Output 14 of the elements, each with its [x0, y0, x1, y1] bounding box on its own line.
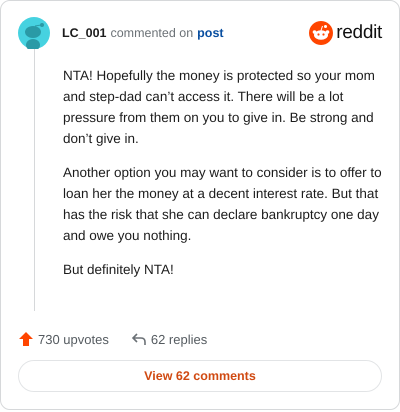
- brand-name: reddit: [336, 22, 382, 44]
- upvote-icon: [18, 331, 34, 347]
- comment-paragraph: Another option you may want to consider is to offer to loan her the money at a decent interest rate. But that has the risk that she can declare bankruptcy one day and owe you nothing.: [63, 164, 382, 245]
- view-comments-button[interactable]: View 62 comments: [18, 360, 382, 392]
- reply-icon: [130, 331, 147, 347]
- comment-paragraph: NTA! Hopefully the money is protected so your mom and step-dad can’t access it. There will be a lot pressure from them on you to give in. Be strong and don’t give in.: [63, 67, 376, 148]
- post-link[interactable]: post: [197, 26, 224, 40]
- author-name[interactable]: LC_001: [62, 26, 106, 40]
- upvote-count: 730 upvotes: [38, 332, 109, 346]
- comment-paragraph: But definitely NTA!: [63, 261, 175, 279]
- avatar-icon: [18, 17, 50, 49]
- reply-count: 62 replies: [150, 332, 208, 346]
- comment-action: commented on: [110, 26, 194, 40]
- reddit-logo-icon: [309, 21, 334, 45]
